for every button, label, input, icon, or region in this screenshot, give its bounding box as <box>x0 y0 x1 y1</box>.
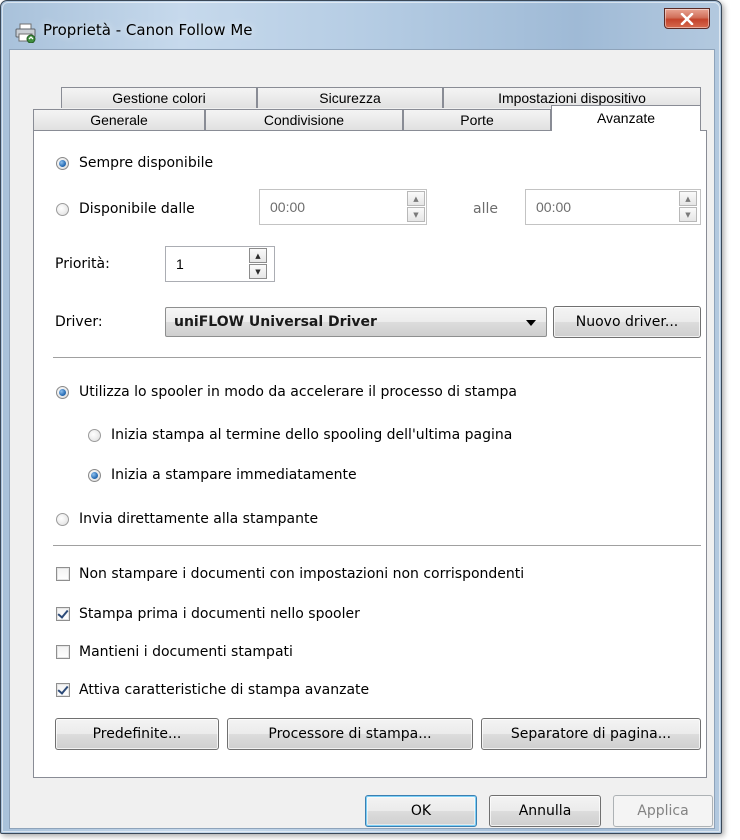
dialog-window: Proprietà - Canon Follow Me Gestione col… <box>0 0 722 834</box>
priority-label: Priorità: <box>55 256 110 272</box>
close-button[interactable] <box>664 8 710 29</box>
spin-down-icon[interactable]: ▼ <box>249 264 267 279</box>
start-immediately-radio[interactable] <box>88 469 101 482</box>
print-spooled-first-checkbox[interactable] <box>56 607 70 621</box>
tab-porte[interactable]: Porte <box>403 109 551 130</box>
use-spooler-label: Utilizza lo spooler in modo da accelerar… <box>79 384 517 400</box>
tab-sicurezza[interactable]: Sicurezza <box>257 87 443 108</box>
close-icon <box>680 12 694 25</box>
divider <box>53 545 701 546</box>
advanced-features-checkbox[interactable] <box>56 683 70 697</box>
driver-label: Driver: <box>55 314 103 330</box>
print-spooled-first-label: Stampa prima i documenti nello spooler <box>79 606 360 622</box>
tab-avanzate[interactable]: Avanzate <box>551 105 701 131</box>
start-after-last-page-label: Inizia stampa al termine dello spooling … <box>111 427 513 443</box>
start-immediately-label: Inizia a stampare immediatamente <box>111 467 357 483</box>
print-direct-label: Invia direttamente alla stampante <box>79 511 319 527</box>
tab-generale[interactable]: Generale <box>33 109 205 130</box>
use-spooler-radio[interactable] <box>56 386 69 399</box>
printer-icon <box>15 23 36 43</box>
print-direct-radio[interactable] <box>56 513 69 526</box>
available-from-radio[interactable] <box>56 203 69 216</box>
available-from-label: Disponibile dalle <box>79 201 195 217</box>
divider <box>53 357 701 358</box>
to-time-label: alle <box>473 201 498 217</box>
driver-select[interactable]: uniFLOW Universal Driver <box>165 307 547 337</box>
spin-down-icon[interactable]: ▼ <box>679 207 697 222</box>
separator-page-button[interactable]: Separatore di pagina... <box>481 718 701 750</box>
driver-selected-value: uniFLOW Universal Driver <box>174 314 377 330</box>
hold-mismatched-label: Non stampare i documenti con impostazion… <box>79 566 525 582</box>
tab-condivisione[interactable]: Condivisione <box>205 109 403 130</box>
spin-up-icon[interactable]: ▲ <box>407 191 425 206</box>
start-after-last-page-radio[interactable] <box>88 429 101 442</box>
always-available-label: Sempre disponibile <box>79 155 214 171</box>
chevron-down-icon <box>526 320 536 326</box>
tab-gestione-colori[interactable]: Gestione colori <box>61 87 257 108</box>
always-available-radio[interactable] <box>56 157 69 170</box>
hold-mismatched-checkbox[interactable] <box>56 567 70 581</box>
ok-button[interactable]: OK <box>365 795 477 827</box>
apply-button[interactable]: Applica <box>613 795 713 827</box>
keep-printed-checkbox[interactable] <box>56 645 70 659</box>
priority-spinner[interactable]: ▲ ▼ <box>249 248 267 280</box>
spin-down-icon[interactable]: ▼ <box>407 207 425 222</box>
advanced-features-label: Attiva caratteristiche di stampa avanzat… <box>79 682 370 698</box>
window-title: Proprietà - Canon Follow Me <box>43 21 253 39</box>
end-time-spinner[interactable]: ▲ ▼ <box>679 191 697 223</box>
end-time-field[interactable]: 00:00 <box>525 189 701 225</box>
spin-up-icon[interactable]: ▲ <box>679 191 697 206</box>
defaults-button[interactable]: Predefinite... <box>55 718 219 750</box>
start-time-spinner[interactable]: ▲ ▼ <box>407 191 425 223</box>
keep-printed-label: Mantieni i documenti stampati <box>79 644 293 660</box>
spin-up-icon[interactable]: ▲ <box>249 248 267 263</box>
start-time-field[interactable]: 00:00 <box>259 189 427 225</box>
cancel-button[interactable]: Annulla <box>489 795 601 827</box>
print-processor-button[interactable]: Processore di stampa... <box>227 718 473 750</box>
new-driver-button[interactable]: Nuovo driver... <box>553 306 701 338</box>
